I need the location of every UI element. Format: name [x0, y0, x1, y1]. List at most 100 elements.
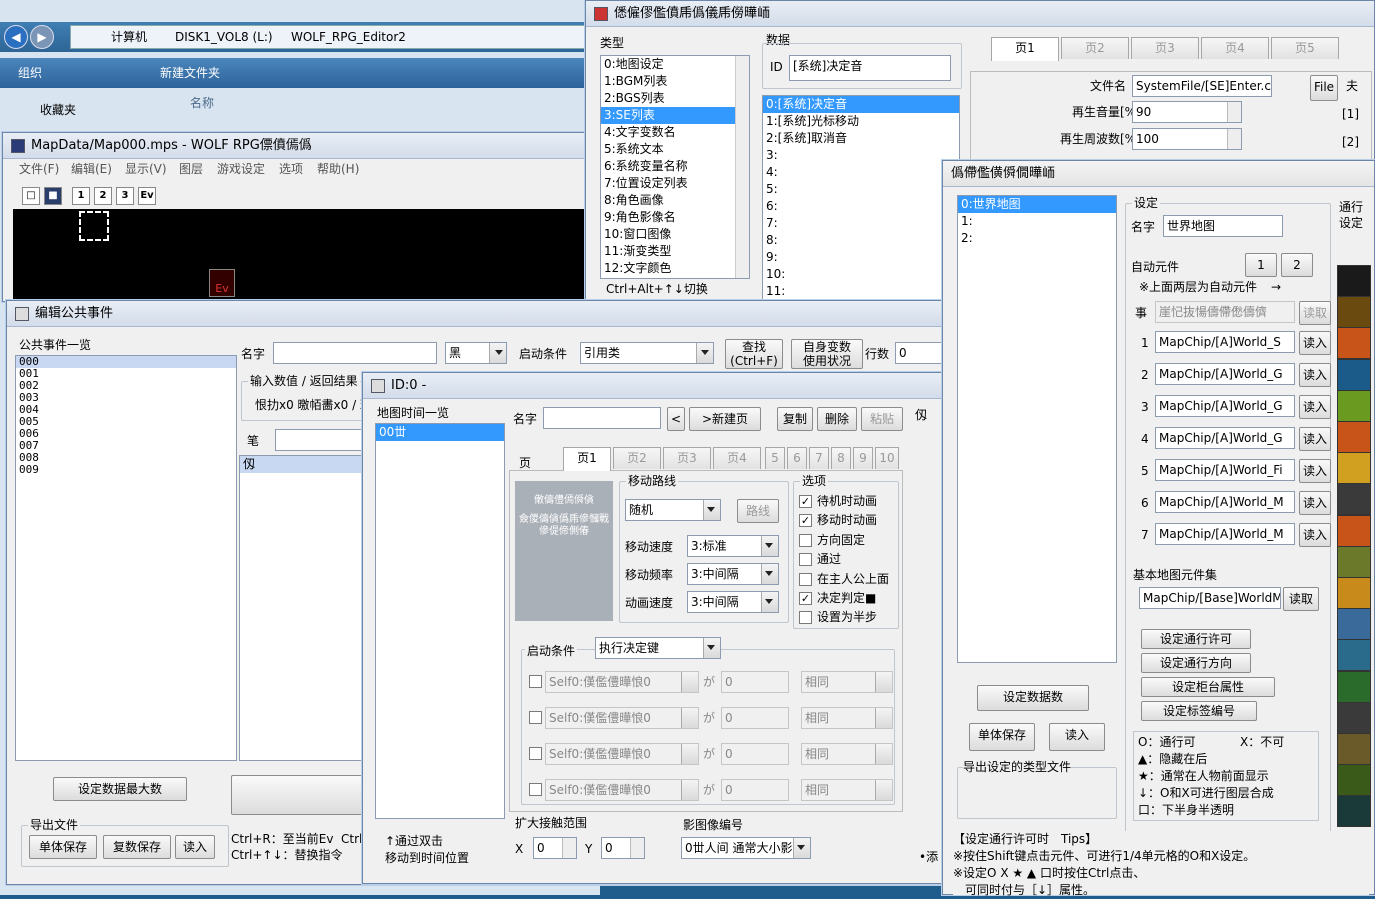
- map-canvas[interactable]: Ev: [13, 209, 601, 301]
- type-item-10[interactable]: 10:窗口图像: [601, 226, 749, 243]
- layer-2-button[interactable]: 2: [94, 187, 112, 205]
- tile-chip-0[interactable]: [1337, 265, 1371, 297]
- event-marker[interactable]: Ev: [209, 269, 235, 297]
- ce-multi-save-button[interactable]: 复数保存: [103, 835, 171, 859]
- tile-chip-13[interactable]: [1337, 670, 1371, 703]
- note-field[interactable]: [275, 429, 371, 451]
- chip-read-button-2[interactable]: 读入: [1299, 395, 1331, 419]
- ev-tab-9[interactable]: 9: [853, 447, 873, 469]
- base-set-read-button[interactable]: 读取: [1283, 587, 1319, 611]
- ev-tab-5[interactable]: 5: [765, 447, 785, 469]
- shadow-select[interactable]: 0丗人间 通常大小影: [681, 837, 811, 859]
- set-tag-button[interactable]: 设定标签编号: [1141, 701, 1257, 721]
- type-item-4[interactable]: 4:文字变数名: [601, 124, 749, 141]
- tile-chip-14[interactable]: [1337, 701, 1371, 734]
- tile-chip-15[interactable]: [1337, 733, 1371, 765]
- volume-field[interactable]: 90: [1132, 101, 1242, 123]
- chip-field-0[interactable]: MapChip/[A]World_S: [1155, 331, 1295, 353]
- chip-field-1[interactable]: MapChip/[A]World_G: [1155, 363, 1295, 385]
- ts-name-field[interactable]: 世界地图: [1163, 215, 1283, 237]
- tile-chip-6[interactable]: [1337, 452, 1371, 485]
- option-checkbox-5[interactable]: ✓: [799, 592, 812, 605]
- event-item-0[interactable]: 000: [16, 356, 236, 368]
- set-max-button[interactable]: 设定数据最大数: [53, 777, 187, 801]
- ev-tab-6[interactable]: 6: [787, 447, 807, 469]
- menu-view[interactable]: 显示(V): [125, 161, 167, 177]
- data-item-1[interactable]: 1:[系统]光标移动: [763, 113, 959, 130]
- cond-cmp-select-3[interactable]: 相同: [801, 779, 893, 801]
- set-data-count-button[interactable]: 设定数据数: [977, 685, 1089, 711]
- ev-tab-7[interactable]: 7: [809, 447, 829, 469]
- event-item-9[interactable]: 009: [16, 464, 236, 476]
- tile-chip-4[interactable]: [1337, 389, 1371, 422]
- chip-read-button-1[interactable]: 读入: [1299, 363, 1331, 387]
- event-layer-button[interactable]: Ev: [138, 187, 156, 205]
- data-item-9[interactable]: 9:: [763, 249, 959, 266]
- menu-edit[interactable]: 编辑(E): [71, 161, 112, 177]
- db-page-tab-1[interactable]: 页1: [991, 37, 1059, 61]
- command-item[interactable]: 仭: [240, 456, 370, 473]
- type-list[interactable]: 0:地图设定 1:BGM列表 2:BGS列表 3:SE列表 4:文字变数名 5:…: [600, 55, 750, 279]
- copy-page-button[interactable]: 复制: [777, 407, 813, 431]
- tile-chip-9[interactable]: [1337, 545, 1371, 578]
- base-set-field[interactable]: MapChip/[Base]WorldM: [1139, 587, 1281, 609]
- ev-name-field[interactable]: [543, 407, 661, 429]
- event-item-6[interactable]: 006: [16, 428, 236, 440]
- cond-var-select-0[interactable]: Self0:傼儖僼曄悢0: [545, 671, 699, 693]
- tileset-item-0[interactable]: 0:世界地图: [958, 196, 1116, 213]
- option-checkbox-2[interactable]: [799, 533, 812, 547]
- y-field[interactable]: 0: [601, 837, 645, 859]
- organize-menu[interactable]: 组织: [18, 65, 42, 81]
- layer-3-button[interactable]: 3: [116, 187, 134, 205]
- cond-cmp-select-1[interactable]: 相同: [801, 707, 893, 729]
- row-count-field[interactable]: 0: [895, 342, 943, 364]
- path-segment-0[interactable]: 计算机: [111, 29, 147, 45]
- data-item-2[interactable]: 2:[系统]取消音: [763, 130, 959, 147]
- ts-single-save-button[interactable]: 单体保存: [969, 723, 1035, 751]
- type-item-0[interactable]: 0:地图设定: [601, 56, 749, 73]
- data-item-5[interactable]: 5:: [763, 181, 959, 198]
- cond-var-select-1[interactable]: Self0:傼儖僼曄悢0: [545, 707, 699, 729]
- chip-read-button-5[interactable]: 读入: [1299, 491, 1331, 515]
- ev-tab-4[interactable]: 页4: [713, 447, 761, 469]
- db-page-tab-5[interactable]: 页5: [1271, 37, 1339, 59]
- tile-chip-3[interactable]: [1337, 358, 1371, 391]
- tile-chip-5[interactable]: [1337, 421, 1371, 453]
- back-button[interactable]: ◀: [4, 25, 28, 49]
- frequency-field[interactable]: 100: [1132, 128, 1242, 150]
- forward-button[interactable]: ▶: [30, 25, 54, 49]
- ev-tab-3[interactable]: 页3: [663, 447, 711, 469]
- data-item-10[interactable]: 10:: [763, 266, 959, 283]
- db-page-tab-2[interactable]: 页2: [1061, 37, 1129, 59]
- chip-read-button-3[interactable]: 读入: [1299, 427, 1331, 451]
- type-item-12[interactable]: 12:文字颜色: [601, 260, 749, 277]
- chip-field-3[interactable]: MapChip/[A]World_G: [1155, 427, 1295, 449]
- favorites-label[interactable]: 收藏夹: [40, 102, 76, 118]
- set-counter-button[interactable]: 设定柜台属性: [1141, 677, 1275, 697]
- type-item-6[interactable]: 6:系统变量名称: [601, 158, 749, 175]
- new-file-icon[interactable]: □: [22, 187, 40, 205]
- cond-num-field-0[interactable]: 0: [721, 671, 789, 693]
- menu-file[interactable]: 文件(F): [19, 161, 59, 177]
- command-list[interactable]: 仭: [239, 455, 371, 761]
- data-item-3[interactable]: 3:: [763, 147, 959, 164]
- chip-read-button-6[interactable]: 读入: [1299, 523, 1331, 547]
- cond-var-select-2[interactable]: Self0:傼儖僼曄悢0: [545, 743, 699, 765]
- event-item-5[interactable]: 005: [16, 416, 236, 428]
- chip-field-6[interactable]: MapChip/[A]World_M: [1155, 523, 1295, 545]
- event-item-2[interactable]: 002: [16, 380, 236, 392]
- graphic-preview[interactable]: 僌儔僼傿僢僋 僉儍儔僋僞乕傪慖戰 傪偍偙側偆: [515, 481, 613, 621]
- type-item-9[interactable]: 9:角色影像名: [601, 209, 749, 226]
- ev-tab-2[interactable]: 页2: [613, 447, 661, 469]
- file-browse-button[interactable]: File: [1310, 75, 1338, 101]
- event-chip-read-button[interactable]: 读取: [1299, 301, 1331, 325]
- tile-chip-16[interactable]: [1337, 764, 1371, 797]
- option-checkbox-4[interactable]: [799, 572, 812, 586]
- prev-page-button[interactable]: <: [667, 407, 685, 431]
- cond-var-select-3[interactable]: Self0:傼儖僼曄悢0: [545, 779, 699, 801]
- tileset-item-2[interactable]: 2:: [958, 230, 1116, 247]
- event-chip-field[interactable]: 崖忋抜愓儔僀僽儔儕: [1155, 301, 1295, 323]
- cond-num-field-2[interactable]: 0: [721, 743, 789, 765]
- address-field[interactable]: 计算机 DISK1_VOL8 (L:) WOLF_RPG_Editor2: [70, 25, 590, 49]
- auto-tile-1-button[interactable]: 1: [1245, 253, 1277, 277]
